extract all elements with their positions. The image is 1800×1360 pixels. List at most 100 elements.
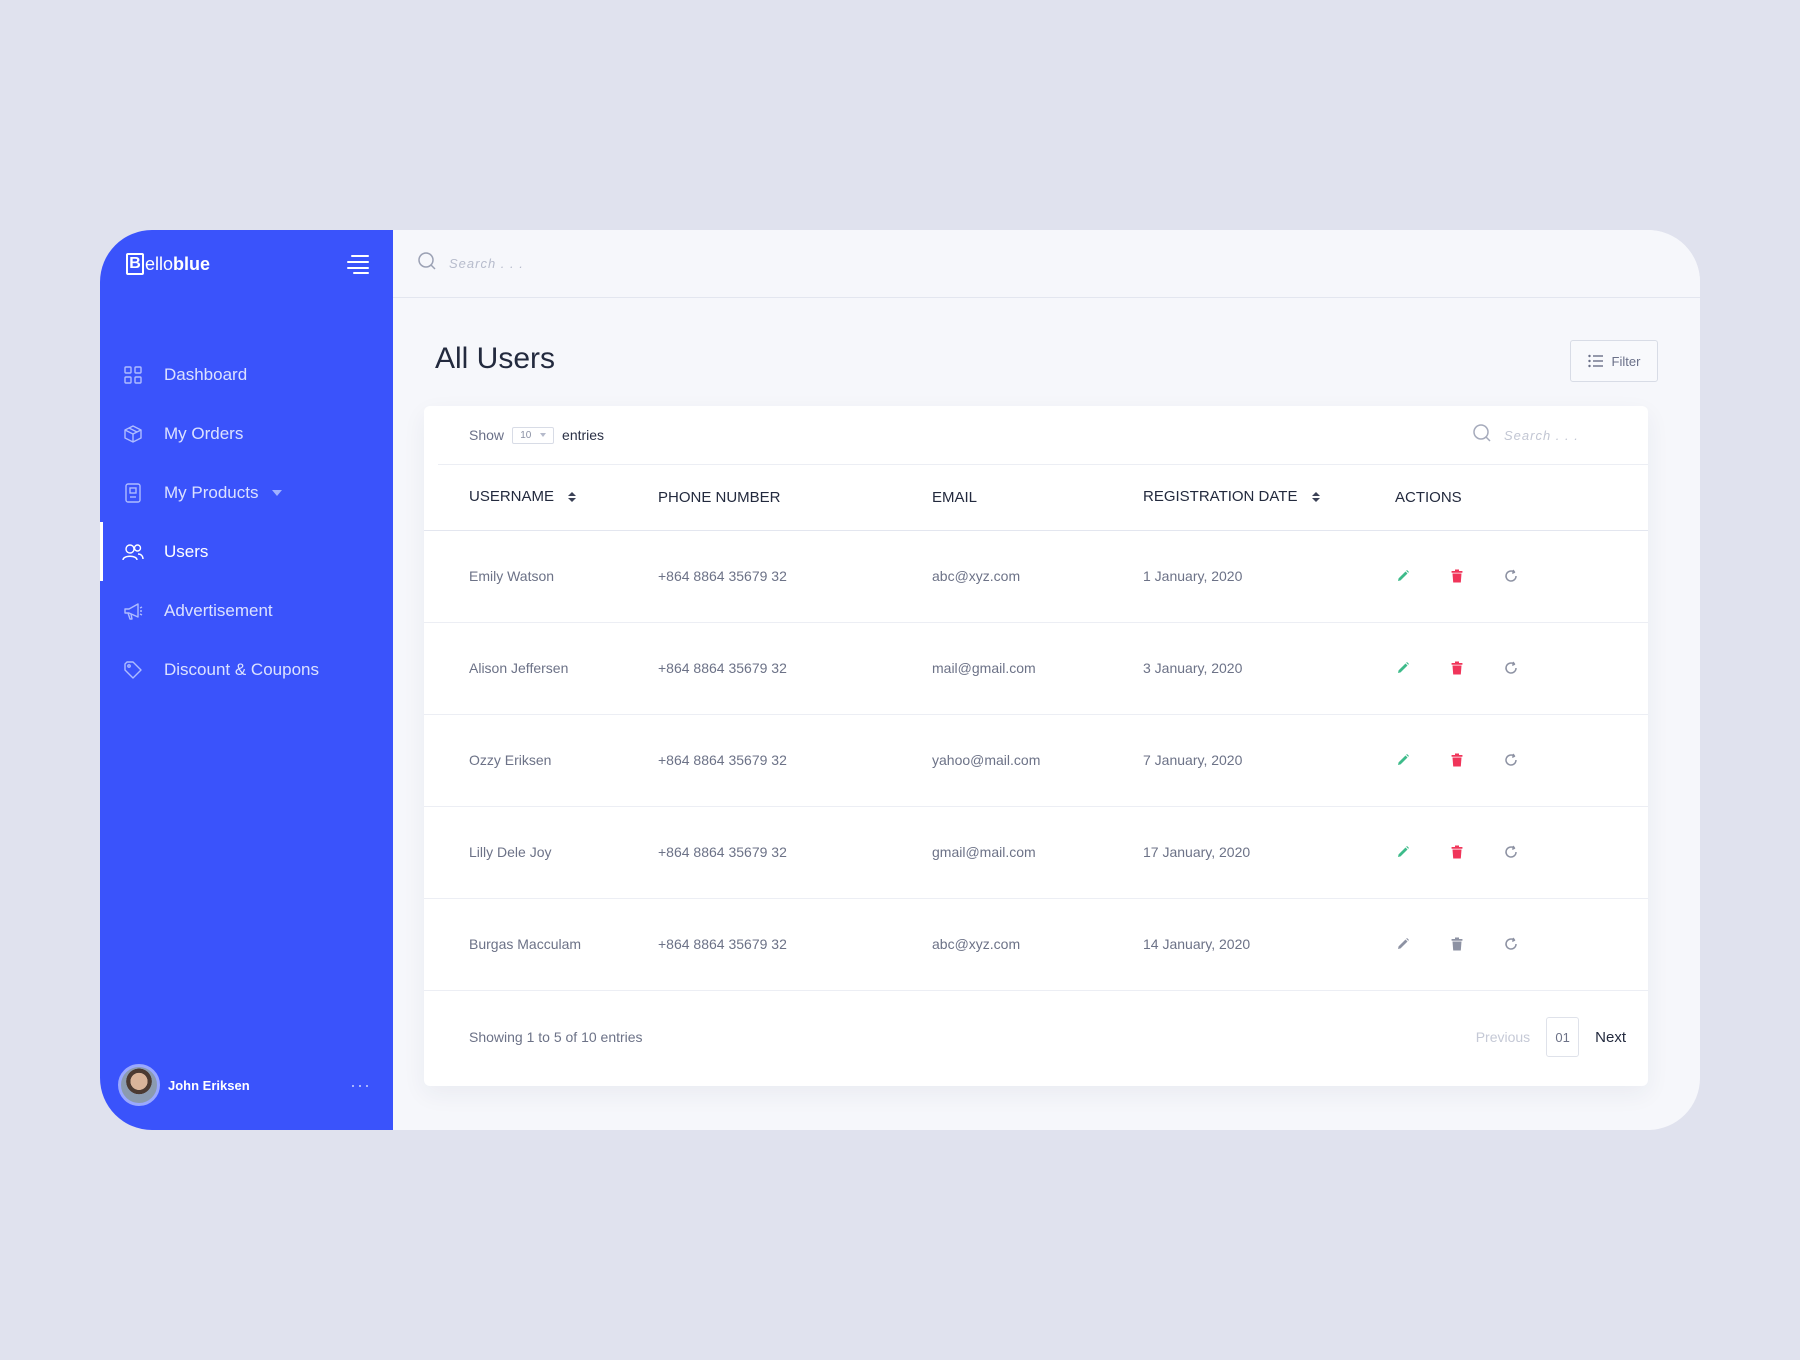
sort-icon[interactable]: [568, 489, 577, 506]
show-label: Show: [469, 427, 505, 443]
megaphone-icon: [122, 600, 144, 622]
refresh-icon[interactable]: [1503, 752, 1519, 768]
page-number-button[interactable]: 01: [1546, 1017, 1580, 1057]
entries-value: 10: [520, 429, 532, 441]
sidebar-item-label: My Products: [164, 482, 259, 502]
cell-phone: +864 8864 35679 32: [658, 936, 787, 952]
more-options-icon[interactable]: ···: [350, 1075, 371, 1096]
previous-button[interactable]: Previous: [1476, 1029, 1530, 1045]
sidebar-item-label: Advertisement: [164, 600, 273, 620]
global-search-input[interactable]: [449, 256, 849, 271]
column-header-username[interactable]: USERNAME: [424, 465, 658, 531]
cell-email: abc@xyz.com: [932, 936, 1021, 952]
users-icon: [122, 541, 144, 563]
table-row[interactable]: Ozzy Eriksen +864 8864 35679 32 yahoo@mail…: [424, 714, 1648, 806]
refresh-icon[interactable]: [1503, 568, 1519, 584]
brand-name-part2: blue: [173, 253, 211, 274]
sidebar-item-label: Users: [164, 541, 209, 561]
cell-username: Burgas Macculam: [469, 936, 582, 952]
row-actions: [1395, 752, 1648, 768]
delete-icon[interactable]: [1449, 844, 1465, 860]
cell-username: Emily Watson: [469, 568, 555, 584]
table-row[interactable]: Lilly Dele Joy +864 8864 35679 32 gmail@ma…: [424, 806, 1648, 898]
table-controls: Show 10 entries: [438, 406, 1648, 465]
cell-email: mail@gmail.com: [932, 660, 1036, 676]
sidebar-item-dashboard[interactable]: Dashboard: [100, 345, 393, 404]
sidebar-item-users[interactable]: Users: [100, 522, 393, 581]
column-header-registration-date[interactable]: REGISTRATION DATE: [1143, 465, 1395, 531]
cell-phone: +864 8864 35679 32: [658, 568, 787, 584]
logo-letter: B: [126, 253, 144, 275]
refresh-icon[interactable]: [1503, 936, 1519, 952]
main-content: All Users Filter Show 10 entries: [393, 230, 1700, 1130]
cell-registration-date: 14 January, 2020: [1143, 936, 1251, 952]
table-search-input[interactable]: [1504, 428, 1584, 443]
brand-logo[interactable]: B ello blue: [126, 253, 210, 275]
profile-name: John Eriksen: [168, 1077, 250, 1093]
edit-icon[interactable]: [1395, 844, 1411, 860]
cell-actions: [1395, 622, 1648, 714]
cell-email: gmail@mail.com: [932, 844, 1036, 860]
sidebar-item-label: Discount & Coupons: [164, 659, 319, 679]
sidebar-nav: Dashboard My Orders My Products Users Ad…: [100, 345, 393, 699]
sidebar-item-advertisement[interactable]: Advertisement: [100, 581, 393, 640]
pagination: Previous 01 Next: [1476, 1017, 1626, 1057]
sidebar-item-my-orders[interactable]: My Orders: [100, 404, 393, 463]
sidebar-item-label: Dashboard: [164, 364, 248, 384]
entries-select[interactable]: 10: [512, 426, 555, 444]
column-header-label: ACTIONS: [1395, 488, 1462, 506]
cell-actions: [1395, 806, 1648, 898]
delete-icon[interactable]: [1449, 936, 1465, 952]
cell-email: yahoo@mail.com: [932, 752, 1041, 768]
cell-registration-date: 17 January, 2020: [1143, 844, 1251, 860]
sidebar-item-discount-coupons[interactable]: Discount & Coupons: [100, 640, 393, 699]
user-profile[interactable]: John Eriksen ···: [118, 1064, 371, 1106]
entries-label: entries: [562, 427, 605, 443]
showing-entries-text: Showing 1 to 5 of 10 entries: [469, 1029, 643, 1045]
column-header-actions: ACTIONS: [1395, 465, 1648, 531]
column-header-label: PHONE NUMBER: [658, 488, 781, 506]
delete-icon[interactable]: [1449, 752, 1465, 768]
column-header-phone: PHONE NUMBER: [658, 465, 932, 531]
table-row[interactable]: Burgas Macculam +864 8864 35679 32 abc@xyz…: [424, 898, 1648, 990]
cell-phone: +864 8864 35679 32: [658, 752, 787, 768]
cell-phone: +864 8864 35679 32: [658, 660, 787, 676]
chevron-down-icon: [539, 433, 546, 437]
cell-username: Lilly Dele Joy: [469, 844, 552, 860]
table-row[interactable]: Emily Watson +864 8864 35679 32 abc@xyz.co…: [424, 530, 1648, 622]
edit-icon[interactable]: [1395, 660, 1411, 676]
sidebar: B ello blue Dashboard My Orders My Produ…: [100, 230, 393, 1130]
table-footer: Showing 1 to 5 of 10 entries Previous 01…: [424, 988, 1648, 1086]
filter-button[interactable]: Filter: [1570, 340, 1658, 382]
cell-actions: [1395, 714, 1648, 806]
edit-icon[interactable]: [1395, 936, 1411, 952]
sidebar-item-label: My Orders: [164, 423, 244, 443]
cell-phone: +864 8864 35679 32: [658, 844, 787, 860]
users-table-card: Show 10 entries USERNAME: [424, 406, 1648, 1086]
refresh-icon[interactable]: [1503, 844, 1519, 860]
avatar[interactable]: [118, 1064, 160, 1106]
edit-icon[interactable]: [1395, 568, 1411, 584]
box-icon: [122, 423, 144, 445]
edit-icon[interactable]: [1395, 752, 1411, 768]
table-row[interactable]: Alison Jeffersen +864 8864 35679 32 mail@g…: [424, 622, 1648, 714]
column-header-label: REGISTRATION DATE: [1143, 488, 1298, 506]
menu-toggle-icon[interactable]: [346, 254, 370, 274]
row-actions: [1395, 568, 1648, 584]
page-title: All Users: [435, 342, 556, 375]
cell-email: abc@xyz.com: [932, 568, 1021, 584]
list-icon: [1587, 354, 1603, 368]
table-search: [1472, 406, 1584, 465]
refresh-icon[interactable]: [1503, 660, 1519, 676]
search-icon: [1472, 423, 1492, 448]
filter-label: Filter: [1611, 353, 1641, 369]
sort-icon[interactable]: [1311, 489, 1320, 506]
delete-icon[interactable]: [1449, 660, 1465, 676]
column-header-label: USERNAME: [469, 488, 555, 506]
delete-icon[interactable]: [1449, 568, 1465, 584]
sidebar-item-my-products[interactable]: My Products: [100, 463, 393, 522]
next-button[interactable]: Next: [1595, 1029, 1626, 1046]
cell-actions: [1395, 530, 1648, 622]
brand-name-part1: ello: [145, 253, 174, 274]
row-actions: [1395, 844, 1648, 860]
